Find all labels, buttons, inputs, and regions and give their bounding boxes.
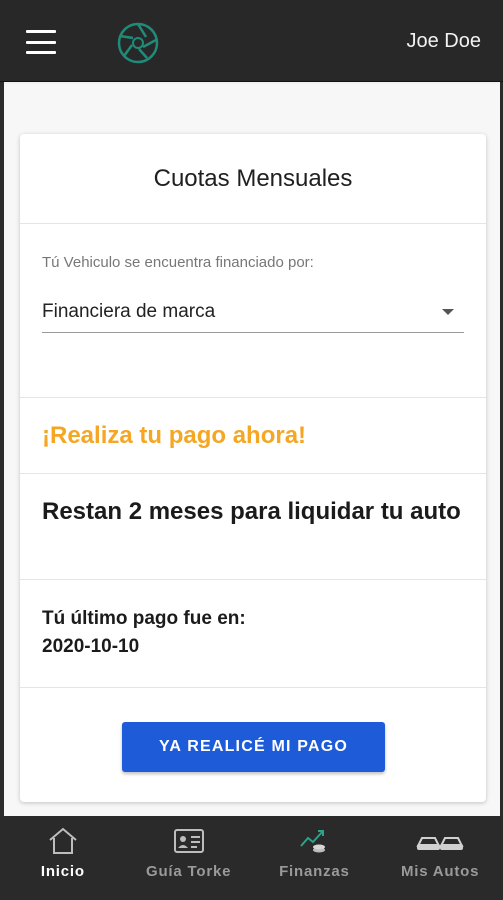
financing-section: Tú Vehiculo se encuentra financiado por:…	[20, 224, 486, 398]
payment-call-to-action: ¡Realiza tu pago ahora!	[20, 398, 486, 474]
finance-chart-icon	[300, 830, 326, 853]
remaining-months-text: Restan 2 meses para liquidar tu auto	[20, 474, 486, 580]
nav-label: Guía Torke	[146, 863, 232, 880]
cars-icon	[416, 837, 464, 850]
nav-item-guia-torke[interactable]: Guía Torke	[126, 816, 252, 900]
last-payment-date: 2020-10-10	[42, 636, 140, 657]
payment-done-button[interactable]: YA REALICÉ MI PAGO	[122, 722, 385, 772]
financing-select-value: Financiera de marca	[42, 301, 216, 322]
main-content: Cuotas Mensuales Tú Vehiculo se encuentr…	[4, 84, 500, 816]
top-app-bar: Joe Doe	[0, 0, 503, 82]
financing-select[interactable]: Financiera de marca	[42, 301, 464, 333]
dropdown-arrow-icon	[442, 309, 454, 315]
nav-item-mis-autos[interactable]: Mis Autos	[377, 816, 503, 900]
card-title: Cuotas Mensuales	[20, 134, 486, 224]
last-payment-section: Tú último pago fue en: 2020-10-10	[20, 580, 486, 688]
nav-label: Finanzas	[279, 863, 350, 880]
user-name[interactable]: Joe Doe	[407, 30, 482, 53]
nav-label: Inicio	[40, 863, 85, 880]
button-area: YA REALICÉ MI PAGO	[20, 688, 486, 800]
nav-item-inicio[interactable]: Inicio	[0, 816, 126, 900]
bottom-navigation: Inicio Guía Torke Finanzas Mis Autos	[0, 816, 503, 900]
hamburger-menu-icon[interactable]	[26, 30, 56, 54]
aperture-logo-icon	[117, 22, 159, 64]
last-payment-label: Tú último pago fue en:	[42, 608, 246, 629]
financing-label: Tú Vehiculo se encuentra financiado por:	[42, 254, 314, 271]
id-card-icon	[173, 829, 204, 853]
nav-item-finanzas[interactable]: Finanzas	[252, 816, 378, 900]
monthly-payments-card: Cuotas Mensuales Tú Vehiculo se encuentr…	[20, 134, 486, 802]
nav-label: Mis Autos	[400, 863, 480, 880]
home-icon	[49, 827, 77, 854]
